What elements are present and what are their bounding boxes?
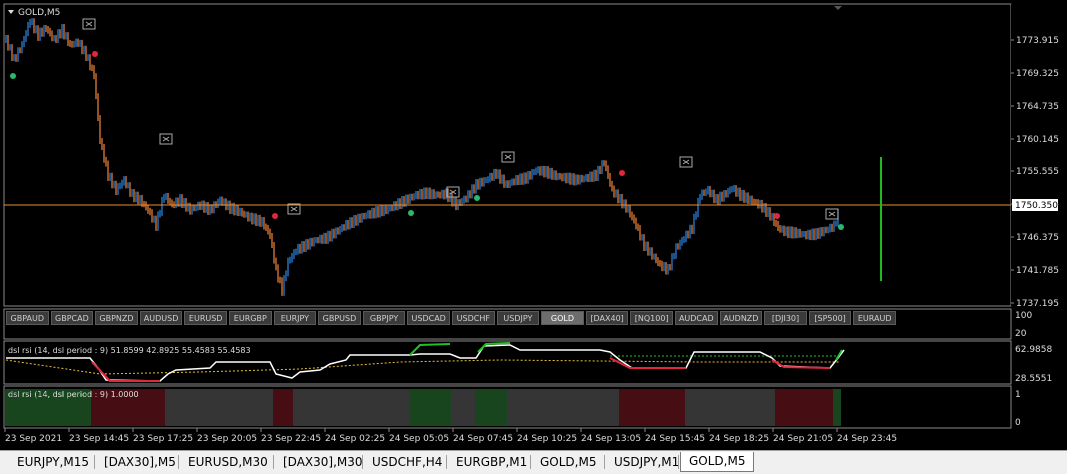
time-axis: 23 Sep 2021 23 Sep 14:45 23 Sep 17:25 23 Se… — [4, 428, 897, 444]
time-tick-label: 24 Sep 02:25 — [325, 434, 385, 444]
time-tick-label: 24 Sep 18:25 — [709, 434, 769, 444]
symbol-button-usdcad[interactable]: USDCAD — [407, 311, 450, 325]
symbol-button-gbpaud[interactable]: GBPAUD — [6, 311, 49, 325]
signal-dot — [838, 224, 844, 230]
signal-dot — [619, 170, 625, 176]
chart-tab[interactable]: GOLD,M5 — [680, 452, 755, 472]
signal-dot — [774, 213, 780, 219]
symbol-button-nq100[interactable]: [NQ100] — [630, 311, 673, 325]
chart-tabs: EURJPY,M15 [DAX30],M5 EURUSD,M30 [DAX30],M3… — [0, 450, 1067, 474]
time-tick-label: 23 Sep 14:45 — [69, 434, 129, 444]
chart-tab[interactable]: [DAX30],M5 — [104, 454, 176, 471]
tab-separator — [273, 455, 274, 469]
tab-separator — [362, 455, 363, 469]
price-tick-label: 1755.555 — [1016, 167, 1059, 177]
time-tick-label: 23 Sep 2021 — [5, 434, 62, 444]
price-tick-label: 1773.915 — [1016, 36, 1059, 46]
symbol-button-gold[interactable]: GOLD — [541, 311, 584, 325]
histogram-scale-top: 1 — [1015, 390, 1021, 400]
price-tick-label: 1760.145 — [1016, 135, 1059, 145]
symbol-button-eurjpy[interactable]: EURJPY — [273, 311, 317, 325]
symbol-button-sp500[interactable]: [SP500] — [808, 311, 852, 325]
price-tick-label: 1769.325 — [1016, 69, 1059, 79]
symbol-button-dji30[interactable]: [DJI30] — [764, 311, 807, 325]
rsi-scale-top: 62.9858 — [1015, 345, 1052, 355]
tab-separator — [530, 455, 531, 469]
symbol-button-audcad[interactable]: AUDCAD — [675, 311, 718, 325]
current-price-label: 1750.350 — [1015, 201, 1058, 211]
signal-dot — [272, 213, 278, 219]
time-tick-label: 24 Sep 07:45 — [453, 434, 513, 444]
symbol-button-gbpnzd[interactable]: GBPNZD — [95, 311, 138, 325]
chart-tab[interactable]: EURGBP,M1 — [456, 454, 527, 471]
chart-tab[interactable]: EURUSD,M30 — [188, 454, 268, 471]
chart-tab[interactable]: GOLD,M5 — [540, 454, 596, 471]
symbol-button-audnzd[interactable]: AUDNZD — [719, 311, 763, 325]
signal-dot — [10, 73, 16, 79]
rsi-label: dsl rsi (14, dsl period : 9) 51.8599 42.… — [8, 346, 251, 355]
price-tick-label: 1746.375 — [1016, 233, 1059, 243]
histogram-label: dsl rsi (14, dsl period : 9) 1.0000 — [8, 390, 139, 399]
symbol-button-eurgbp[interactable]: EURGBP — [229, 311, 272, 325]
symbol-button-usdchf[interactable]: USDCHF — [452, 311, 495, 325]
symbol-button-eurusd[interactable]: EURUSD — [184, 311, 227, 325]
tab-separator — [604, 455, 605, 469]
time-tick-label: 24 Sep 13:05 — [581, 434, 641, 444]
chart-tab[interactable]: EURJPY,M15 — [17, 454, 89, 471]
time-tick-label: 24 Sep 10:25 — [517, 434, 577, 444]
price-ticks: 1773.915 1769.325 1764.735 1760.145 1755.555… — [1011, 36, 1059, 309]
price-pane[interactable] — [3, 3, 1012, 307]
histogram-scale-bottom: 0 — [1015, 418, 1021, 428]
chart-tab[interactable]: [DAX30],M30 — [283, 454, 363, 471]
price-tick-label: 1764.735 — [1016, 102, 1059, 112]
button-panel-scale-top: 100 — [1015, 311, 1032, 321]
symbol-button-gbpcad[interactable]: GBPCAD — [50, 311, 94, 325]
signal-dot — [408, 210, 414, 216]
chart-tab[interactable]: USDJPY,M1 — [614, 454, 679, 471]
chart-window[interactable]: 1773.915 1769.325 1764.735 1760.145 1755.555… — [0, 0, 1067, 474]
tab-separator — [678, 455, 679, 469]
time-tick-label: 24 Sep 23:45 — [837, 434, 897, 444]
price-axis — [1011, 4, 1063, 306]
symbol-button-gbpjpy[interactable]: GBPJPY — [362, 311, 406, 325]
price-tick-label: 1741.785 — [1016, 266, 1059, 276]
time-tick-label: 23 Sep 20:05 — [197, 434, 257, 444]
symbol-label: GOLD,M5 — [18, 8, 60, 18]
tab-separator — [94, 455, 95, 469]
signal-dot — [474, 195, 480, 201]
signal-dot — [92, 51, 98, 57]
time-tick-label: 24 Sep 05:05 — [389, 434, 449, 444]
chart-tab[interactable]: USDCHF,H4 — [372, 454, 442, 471]
button-panel-scale-bottom: 20 — [1015, 329, 1027, 339]
symbol-button-dax40[interactable]: [DAX40] — [585, 311, 629, 325]
time-tick-label: 23 Sep 22:45 — [261, 434, 321, 444]
rsi-scale-bottom: 28.5551 — [1015, 374, 1052, 384]
time-tick-label: 23 Sep 17:25 — [133, 434, 193, 444]
time-tick-label: 24 Sep 15:45 — [645, 434, 705, 444]
symbol-button-gbpusd[interactable]: GBPUSD — [318, 311, 361, 325]
symbol-button-euraud[interactable]: EURAUD — [853, 311, 896, 325]
time-tick-label: 24 Sep 21:05 — [773, 434, 833, 444]
symbol-button-usdjpy[interactable]: USDJPY — [496, 311, 540, 325]
tab-separator — [178, 455, 179, 469]
price-tick-label: 1737.195 — [1016, 299, 1059, 309]
symbol-button-audusd[interactable]: AUDUSD — [139, 311, 183, 325]
tab-separator — [446, 455, 447, 469]
